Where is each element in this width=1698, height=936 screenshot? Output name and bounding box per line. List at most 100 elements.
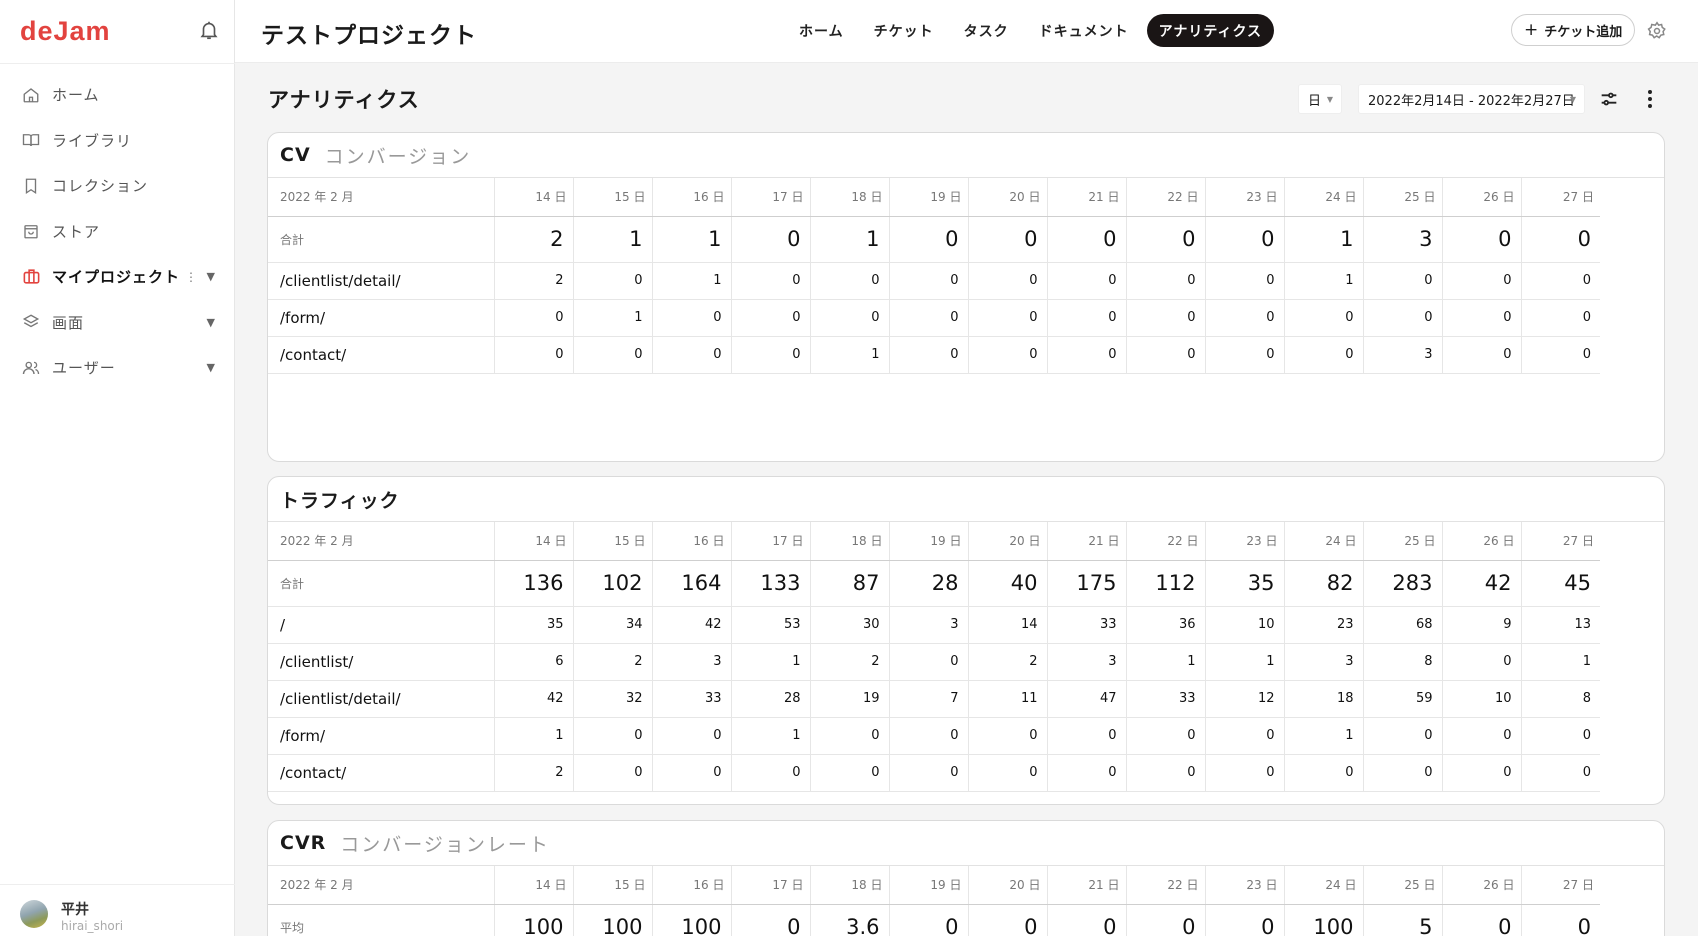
sidebar-item-label: ライブラリ bbox=[52, 131, 133, 150]
value-cell: 0 bbox=[1205, 299, 1285, 337]
chevron-down-icon[interactable]: ▼ bbox=[207, 270, 215, 283]
value-cell: 0 bbox=[1047, 754, 1127, 792]
day-header: 26 日 bbox=[1442, 522, 1522, 561]
page-path: /contact/ bbox=[268, 754, 495, 792]
value-cell: 11 bbox=[968, 680, 1048, 718]
tab-tasks[interactable]: タスク bbox=[952, 14, 1021, 47]
page-path: /form/ bbox=[268, 299, 495, 337]
value-cell: 2 bbox=[573, 643, 653, 681]
value-cell: 0 bbox=[968, 336, 1048, 374]
total-cell: 0 bbox=[1047, 216, 1127, 263]
total-cell: 0 bbox=[968, 904, 1048, 936]
plus-icon: + bbox=[1524, 20, 1539, 40]
sidebar-item-home[interactable]: ホーム bbox=[0, 72, 235, 118]
sidebar-item-store[interactable]: ストア bbox=[0, 209, 235, 255]
month-header: 2022 年 2 月 bbox=[268, 178, 495, 217]
value-cell: 0 bbox=[1205, 717, 1285, 755]
value-cell: 0 bbox=[1363, 754, 1443, 792]
value-cell: 0 bbox=[1126, 262, 1206, 300]
day-header: 17 日 bbox=[731, 866, 811, 905]
table-row[interactable]: /clientlist/detail/42 32 33 28 19 7 11 47 33 12 18… bbox=[268, 680, 1600, 718]
total-cell: 0 bbox=[889, 216, 969, 263]
sidebar-item-library[interactable]: ライブラリ bbox=[0, 118, 235, 164]
total-label: 合計 bbox=[268, 216, 495, 263]
app-logo[interactable]: deJam bbox=[20, 16, 111, 47]
tab-documents[interactable]: ドキュメント bbox=[1027, 14, 1141, 47]
filter-sliders-icon[interactable] bbox=[1598, 88, 1620, 110]
add-ticket-button[interactable]: + チケット追加 bbox=[1511, 14, 1636, 46]
tab-tickets[interactable]: チケット bbox=[862, 14, 946, 47]
day-header: 25 日 bbox=[1363, 522, 1443, 561]
value-cell: 3 bbox=[1284, 643, 1364, 681]
total-cell: 87 bbox=[810, 560, 890, 607]
avatar[interactable] bbox=[20, 900, 48, 928]
value-cell: 23 bbox=[1284, 606, 1364, 644]
value-cell: 28 bbox=[731, 680, 811, 718]
home-icon bbox=[21, 85, 41, 105]
total-cell: 1 bbox=[652, 216, 732, 263]
value-cell: 32 bbox=[573, 680, 653, 718]
cv-card: CV コンバージョン 2022 年 2 月 14 日 15 日 16 日 17 日 18 … bbox=[267, 132, 1665, 462]
table-row[interactable]: /clientlist/detail/2 0 1 0 0 0 0 0 0 0 1 0 0 0 bbox=[268, 262, 1600, 300]
value-cell: 0 bbox=[889, 643, 969, 681]
chevron-down-icon[interactable]: ▼ bbox=[207, 316, 215, 329]
sidebar-item-collection[interactable]: コレクション bbox=[0, 163, 235, 209]
date-range-select[interactable]: 2022年2月14日 - 2022年2月27日 ▼ bbox=[1358, 84, 1585, 114]
user-name: 平井 bbox=[61, 902, 89, 918]
value-cell: 0 bbox=[652, 299, 732, 337]
table-row[interactable]: /form/0 1 0 0 0 0 0 0 0 0 0 0 0 0 bbox=[268, 299, 1600, 337]
card-title: トラフィック bbox=[280, 489, 400, 512]
total-cell: 0 bbox=[968, 216, 1048, 263]
value-cell: 8 bbox=[1363, 643, 1443, 681]
total-cell: 0 bbox=[889, 904, 969, 936]
value-cell: 0 bbox=[1047, 336, 1127, 374]
user-profile[interactable]: 平井 hirai_shori bbox=[0, 884, 235, 936]
day-header: 23 日 bbox=[1205, 522, 1285, 561]
table-row[interactable]: /clientlist/6 2 3 1 2 0 2 3 1 1 3 8 0 1 bbox=[268, 643, 1600, 681]
day-header: 14 日 bbox=[494, 866, 574, 905]
value-cell: 10 bbox=[1442, 680, 1522, 718]
granularity-select[interactable]: 日 ▼ bbox=[1298, 84, 1342, 114]
total-cell: 35 bbox=[1205, 560, 1285, 607]
value-cell: 0 bbox=[1126, 717, 1206, 755]
project-tabs: ホーム チケット タスク ドキュメント アナリティクス bbox=[787, 14, 1275, 47]
more-vertical-icon[interactable]: ⋮ bbox=[185, 270, 197, 284]
sidebar-item-my-project[interactable]: マイプロジェクト ⋮ ▼ bbox=[0, 254, 235, 300]
total-cell: 40 bbox=[968, 560, 1048, 607]
tab-analytics[interactable]: アナリティクス bbox=[1146, 14, 1275, 47]
sidebar-item-label: コレクション bbox=[52, 177, 149, 196]
day-header: 14 日 bbox=[494, 178, 574, 217]
book-icon bbox=[21, 130, 41, 150]
day-header: 18 日 bbox=[810, 866, 890, 905]
value-cell: 35 bbox=[494, 606, 574, 644]
layers-icon bbox=[21, 312, 41, 332]
shopping-bag-icon bbox=[21, 221, 41, 241]
sidebar-item-label: ユーザー bbox=[52, 359, 116, 378]
more-vertical-icon[interactable] bbox=[1640, 87, 1660, 111]
value-cell: 0 bbox=[968, 299, 1048, 337]
bookmark-icon bbox=[21, 176, 41, 196]
day-header: 24 日 bbox=[1284, 178, 1364, 217]
value-cell: 10 bbox=[1205, 606, 1285, 644]
sidebar-nav: ホーム ライブラリ コレクション ストア マイプロジェクト ⋮ ▼ 画面 ▼ ユ… bbox=[0, 72, 235, 391]
table-row[interactable]: /contact/0 0 0 0 1 0 0 0 0 0 0 3 0 0 bbox=[268, 336, 1600, 374]
tab-home[interactable]: ホーム bbox=[787, 14, 856, 47]
sidebar-item-users[interactable]: ユーザー ▼ bbox=[0, 345, 235, 391]
table-row[interactable]: /form/1 0 0 1 0 0 0 0 0 0 1 0 0 0 bbox=[268, 717, 1600, 755]
sidebar-item-screens[interactable]: 画面 ▼ bbox=[0, 300, 235, 346]
card-title: CV bbox=[280, 144, 311, 166]
value-cell: 0 bbox=[1205, 262, 1285, 300]
total-cell: 0 bbox=[1521, 904, 1600, 936]
value-cell: 0 bbox=[810, 262, 890, 300]
value-cell: 9 bbox=[1442, 606, 1522, 644]
gear-icon[interactable] bbox=[1647, 21, 1667, 41]
value-cell: 0 bbox=[573, 717, 653, 755]
table-header-row: 2022 年 2 月 14 日 15 日 16 日 17 日 18 日 19 日 20 日 21… bbox=[268, 866, 1600, 905]
chevron-down-icon[interactable]: ▼ bbox=[207, 361, 215, 374]
granularity-value: 日 bbox=[1308, 93, 1322, 109]
bell-icon[interactable] bbox=[198, 19, 220, 41]
value-cell: 0 bbox=[810, 299, 890, 337]
page-path: /clientlist/ bbox=[268, 643, 495, 681]
table-row[interactable]: /35 34 42 53 30 3 14 33 36 10 23 68 9 13 bbox=[268, 606, 1600, 644]
table-row[interactable]: /contact/2 0 0 0 0 0 0 0 0 0 0 0 0 0 bbox=[268, 754, 1600, 792]
